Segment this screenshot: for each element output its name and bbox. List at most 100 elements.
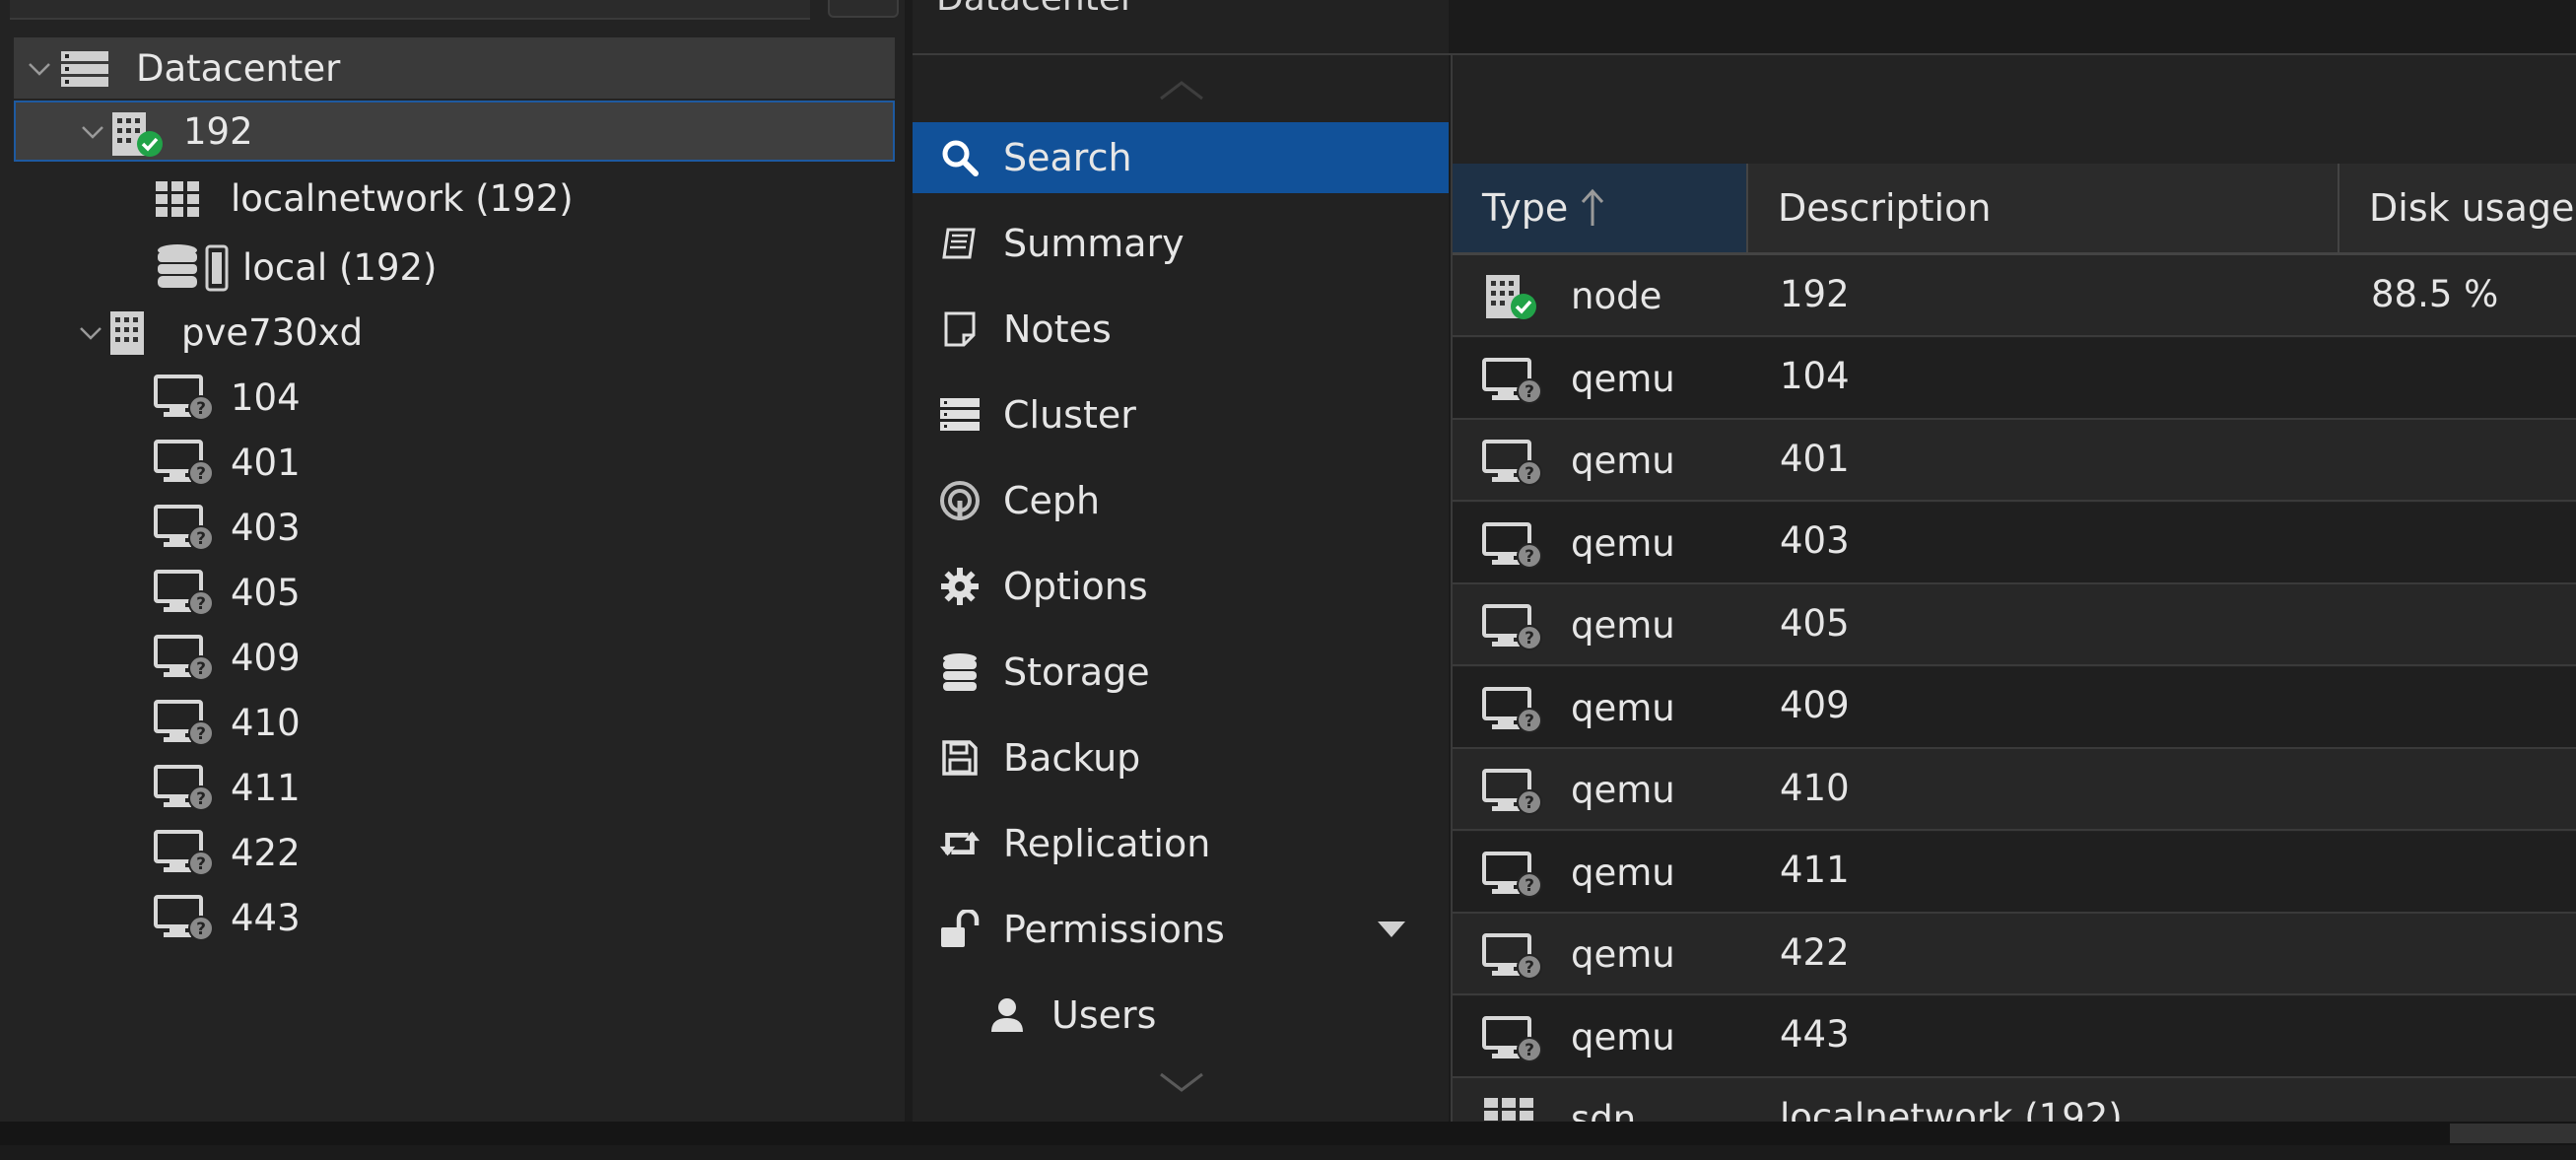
nav-item-notes[interactable]: Notes bbox=[913, 294, 1449, 365]
column-header-disk[interactable]: Disk usage. bbox=[2339, 164, 2576, 252]
node-icon bbox=[110, 311, 144, 355]
tree-settings-button[interactable] bbox=[828, 0, 899, 18]
tree-item-node-192[interactable]: 192 bbox=[14, 101, 895, 162]
nav-label: Backup bbox=[1003, 736, 1141, 780]
ceph-icon bbox=[938, 479, 982, 522]
scroll-down-icon[interactable] bbox=[1157, 1070, 1206, 1094]
nav-item-summary[interactable]: Summary bbox=[913, 208, 1449, 279]
tree-item-sdn[interactable]: localnetwork (192) bbox=[14, 168, 895, 229]
vm-unknown-icon: ? bbox=[154, 633, 219, 686]
note-icon bbox=[938, 307, 982, 351]
table-row[interactable]: sdn localnetwork (192) bbox=[1453, 1078, 2576, 1140]
svg-text:?: ? bbox=[1525, 1041, 1534, 1060]
vm-unknown-icon: ? bbox=[1482, 931, 1547, 985]
tree-item-storage[interactable]: local (192) bbox=[14, 237, 895, 298]
table-row[interactable]: ? qemu 405 bbox=[1453, 584, 2576, 666]
unlock-icon bbox=[938, 908, 982, 951]
tree-item-vm[interactable]: ? 405 bbox=[14, 562, 895, 623]
svg-text:?: ? bbox=[196, 464, 206, 484]
vm-unknown-icon: ? bbox=[1482, 438, 1547, 491]
tree-item-vm[interactable]: ? 422 bbox=[14, 822, 895, 883]
chevron-down-icon[interactable] bbox=[79, 118, 106, 146]
nav-label: Storage bbox=[1003, 650, 1150, 694]
table-row[interactable]: ? qemu 411 bbox=[1453, 831, 2576, 914]
node-online-icon bbox=[1482, 273, 1543, 326]
nav-item-search[interactable]: Search bbox=[913, 122, 1449, 193]
cell-type: sdn bbox=[1571, 1098, 1637, 1140]
nav-item-users[interactable]: Users bbox=[913, 980, 1449, 1051]
tree-item-datacenter[interactable]: Datacenter bbox=[14, 37, 895, 99]
nav-label: Users bbox=[1051, 993, 1157, 1037]
tree-label-vm: 409 bbox=[231, 636, 301, 679]
cell-type: qemu bbox=[1571, 357, 1675, 400]
nav-item-storage[interactable]: Storage bbox=[913, 637, 1449, 708]
tree-item-vm[interactable]: ? 401 bbox=[14, 432, 895, 493]
tree-item-vm[interactable]: ? 403 bbox=[14, 497, 895, 558]
svg-text:?: ? bbox=[196, 594, 206, 614]
cell-description: 401 bbox=[1780, 437, 1850, 480]
nav-label: Permissions bbox=[1003, 908, 1225, 951]
vm-unknown-icon: ? bbox=[154, 373, 219, 426]
table-row[interactable]: ? qemu 401 bbox=[1453, 420, 2576, 502]
nav-item-options[interactable]: Options bbox=[913, 551, 1449, 622]
table-row[interactable]: ? qemu 422 bbox=[1453, 914, 2576, 995]
tree-label-vm: 405 bbox=[231, 571, 301, 614]
tree-item-vm[interactable]: ? 411 bbox=[14, 757, 895, 818]
nav-label: Options bbox=[1003, 565, 1148, 608]
view-selector[interactable] bbox=[10, 0, 810, 20]
vm-unknown-icon: ? bbox=[1482, 356, 1547, 409]
column-header-description[interactable]: Description bbox=[1748, 164, 2339, 252]
node-online-icon bbox=[112, 112, 163, 157]
server-icon bbox=[938, 393, 982, 437]
nav-item-ceph[interactable]: Ceph bbox=[913, 465, 1449, 536]
cell-description: 443 bbox=[1780, 1013, 1850, 1056]
table-row[interactable]: ? qemu 409 bbox=[1453, 666, 2576, 749]
cell-disk: 88.5 % bbox=[2371, 272, 2499, 315]
table-row[interactable]: ? qemu 403 bbox=[1453, 502, 2576, 584]
collapse-button[interactable] bbox=[2450, 1124, 2576, 1143]
search-icon bbox=[938, 136, 982, 179]
tree-label-vm: 422 bbox=[231, 831, 301, 874]
vm-unknown-icon: ? bbox=[1482, 1014, 1547, 1067]
svg-text:?: ? bbox=[196, 920, 206, 939]
column-label: Type bbox=[1482, 186, 1569, 230]
column-label: Description bbox=[1778, 186, 1992, 230]
cell-description: 410 bbox=[1780, 766, 1850, 809]
cell-description: 192 bbox=[1780, 272, 1850, 315]
chevron-down-icon[interactable] bbox=[26, 55, 53, 83]
chevron-down-icon[interactable] bbox=[77, 319, 104, 347]
retweet-icon bbox=[938, 822, 982, 865]
page-title: Datacenter bbox=[936, 0, 1135, 19]
table-row[interactable]: node 192 88.5 % bbox=[1453, 255, 2576, 337]
column-header-type[interactable]: Type bbox=[1453, 164, 1748, 252]
tree-label-vm: 104 bbox=[231, 375, 301, 419]
storage-icon bbox=[158, 244, 229, 292]
column-label: Disk usage. bbox=[2369, 186, 2576, 230]
nav-item-backup[interactable]: Backup bbox=[913, 722, 1449, 793]
table-row[interactable]: ? qemu 104 bbox=[1453, 337, 2576, 420]
nav-item-permissions[interactable]: Permissions bbox=[913, 894, 1449, 965]
nav-item-cluster[interactable]: Cluster bbox=[913, 379, 1449, 450]
tree-label-vm: 443 bbox=[231, 896, 301, 939]
vm-unknown-icon: ? bbox=[154, 763, 219, 816]
tree-label-node-pve730xd: pve730xd bbox=[181, 310, 364, 354]
tree-label-sdn: localnetwork (192) bbox=[231, 176, 574, 220]
svg-text:?: ? bbox=[1525, 793, 1534, 813]
vm-unknown-icon: ? bbox=[1482, 685, 1547, 738]
caret-down-icon[interactable] bbox=[1376, 920, 1407, 939]
table-row[interactable]: ? qemu 410 bbox=[1453, 749, 2576, 831]
tree-label-vm: 401 bbox=[231, 441, 301, 484]
tree-item-vm[interactable]: ? 443 bbox=[14, 887, 895, 948]
tree-item-node-pve730xd[interactable]: pve730xd bbox=[14, 302, 895, 363]
cell-type: qemu bbox=[1571, 933, 1675, 976]
cell-description: 411 bbox=[1780, 849, 1850, 891]
nav-item-replication[interactable]: Replication bbox=[913, 808, 1449, 879]
gear-icon bbox=[938, 565, 982, 608]
svg-text:?: ? bbox=[196, 854, 206, 874]
svg-text:?: ? bbox=[1525, 629, 1534, 648]
scroll-up-icon[interactable] bbox=[1157, 79, 1206, 102]
tree-item-vm[interactable]: ? 409 bbox=[14, 627, 895, 688]
table-row[interactable]: ? qemu 443 bbox=[1453, 995, 2576, 1078]
tree-item-vm[interactable]: ? 410 bbox=[14, 692, 895, 753]
tree-item-vm[interactable]: ? 104 bbox=[14, 367, 895, 428]
